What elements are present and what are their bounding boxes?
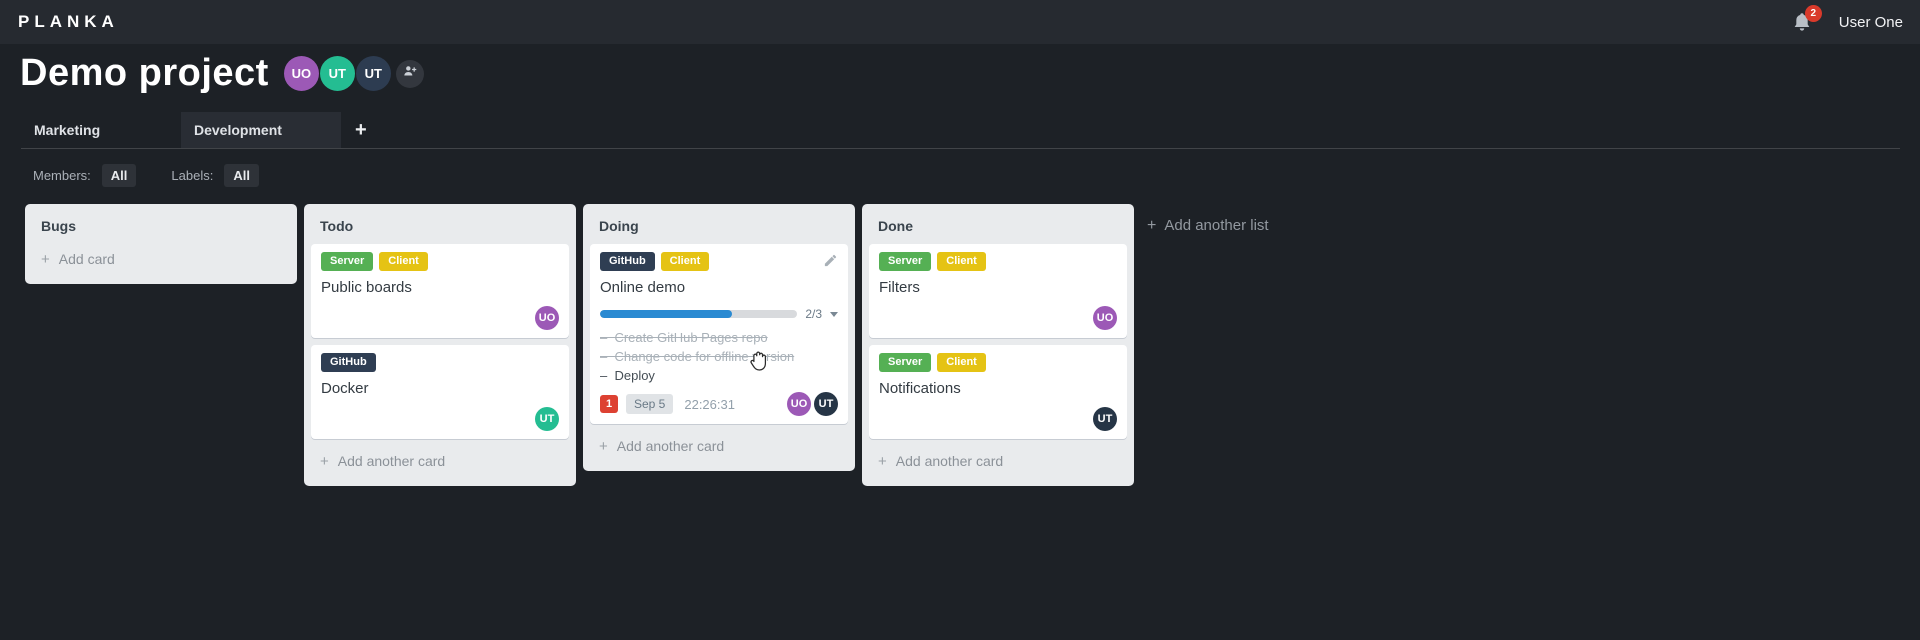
avatar[interactable]: UO [787, 392, 811, 416]
task-list: Create GitHub Pages repoChange code for … [600, 328, 838, 385]
add-card-button[interactable]: Add another card [590, 431, 848, 464]
card-title: Online demo [600, 279, 686, 296]
task-item: Create GitHub Pages repo [600, 328, 838, 347]
card-label: Client [660, 252, 710, 271]
card-labels: GitHub [321, 353, 559, 372]
card-label: Server [879, 353, 932, 372]
top-bar: PLANKA 2 User One [0, 0, 1920, 44]
card-labels: GitHub Client [600, 252, 838, 271]
avatar[interactable]: UO [1093, 306, 1117, 330]
edit-card-icon[interactable] [823, 253, 838, 273]
notification-count-badge: 2 [1804, 5, 1822, 22]
add-card-button[interactable]: Add another card [869, 446, 1127, 479]
card-badges: 1 Sep 5 22:26:31 UO UT [600, 392, 838, 416]
project-title: Demo project [20, 52, 269, 94]
topbar-right: 2 User One [1791, 0, 1903, 44]
avatar[interactable]: UT [1093, 407, 1117, 431]
members-filter-value[interactable]: All [101, 164, 137, 187]
avatar[interactable]: UO [283, 56, 319, 91]
list-name[interactable]: Bugs [32, 211, 290, 244]
card-title: Public boards [321, 279, 412, 296]
card-label: Client [937, 353, 986, 372]
list-name[interactable]: Done [869, 211, 1127, 244]
tab-development[interactable]: Development [181, 112, 341, 148]
add-member-button[interactable] [395, 59, 424, 88]
card[interactable]: Server Client Public boards UO [311, 244, 569, 338]
project-members: UO UT UT [283, 56, 391, 91]
bell-icon [1791, 13, 1813, 37]
list: BugsAdd card [25, 204, 297, 284]
list-name[interactable]: Doing [590, 211, 848, 244]
progress-fill [600, 310, 732, 318]
board-tabs: Marketing Development + [21, 112, 1900, 149]
list: Done Server Client Filters UO Server Client Not… [862, 204, 1134, 486]
chevron-down-icon[interactable] [830, 311, 838, 317]
card[interactable]: Server Client Notifications UT [869, 345, 1127, 439]
card-label: Server [321, 252, 374, 271]
card-label: Client [379, 252, 428, 271]
card-members: UT [321, 407, 559, 431]
card-labels: Server Client [879, 353, 1117, 372]
card[interactable]: GitHub Client Online demo 2/3 Create GitHub … [590, 244, 848, 424]
avatar[interactable]: UO [535, 306, 559, 330]
filter-bar: Members: All Labels: All [33, 164, 259, 187]
user-plus-icon [402, 63, 418, 84]
card-labels: Server Client [321, 252, 559, 271]
card-members: UO [321, 306, 559, 330]
user-menu[interactable]: User One [1839, 14, 1903, 31]
card-label: Client [937, 252, 986, 271]
card-members: UO UT [787, 392, 838, 416]
progress-count: 2/3 [805, 307, 822, 321]
list: Todo Server Client Public boards UO GitHub Doc… [304, 204, 576, 486]
add-card-button[interactable]: Add another card [311, 446, 569, 479]
card-members: UO [879, 306, 1117, 330]
card-label: GitHub [600, 252, 655, 271]
card-title: Filters [879, 279, 920, 296]
timer-value: 22:26:31 [684, 396, 735, 412]
notifications-button[interactable]: 2 [1791, 5, 1822, 33]
avatar[interactable]: UT [319, 56, 355, 91]
card-title: Notifications [879, 380, 961, 397]
members-filter-label: Members: [33, 168, 91, 183]
card-label: GitHub [321, 353, 376, 372]
planka-logo[interactable]: PLANKA [18, 12, 119, 32]
card-title: Docker [321, 380, 369, 397]
card-members: UT [879, 407, 1117, 431]
add-list-button[interactable]: Add another list [1141, 204, 1275, 248]
add-card-button[interactable]: Add card [32, 244, 290, 277]
card[interactable]: GitHub Docker UT [311, 345, 569, 439]
due-date-badge: Sep 5 [626, 394, 674, 414]
tab-marketing[interactable]: Marketing [21, 112, 181, 148]
task-item: Deploy [600, 366, 838, 385]
list-name[interactable]: Todo [311, 211, 569, 244]
board: BugsAdd card Todo Server Client Public board… [25, 204, 1275, 486]
project-header: Demo project UO UT UT [20, 52, 424, 95]
avatar[interactable]: UT [814, 392, 838, 416]
card-labels: Server Client [879, 252, 1117, 271]
add-board-button[interactable]: + [355, 112, 387, 148]
avatar[interactable]: UT [355, 56, 391, 91]
labels-filter-label: Labels: [171, 168, 214, 183]
card-notification-badge: 1 [600, 395, 618, 413]
labels-filter-value[interactable]: All [224, 164, 259, 187]
task-item: Change code for offline version [600, 347, 838, 366]
progress-bar [600, 310, 798, 318]
planka-app: PLANKA 2 User One Demo project UO UT UT Ma… [0, 0, 1920, 640]
list: Doing GitHub Client Online demo 2/3 Create Gi… [583, 204, 855, 471]
card[interactable]: Server Client Filters UO [869, 244, 1127, 338]
tasks-progress: 2/3 [600, 307, 838, 321]
card-label: Server [879, 252, 932, 271]
avatar[interactable]: UT [535, 407, 559, 431]
